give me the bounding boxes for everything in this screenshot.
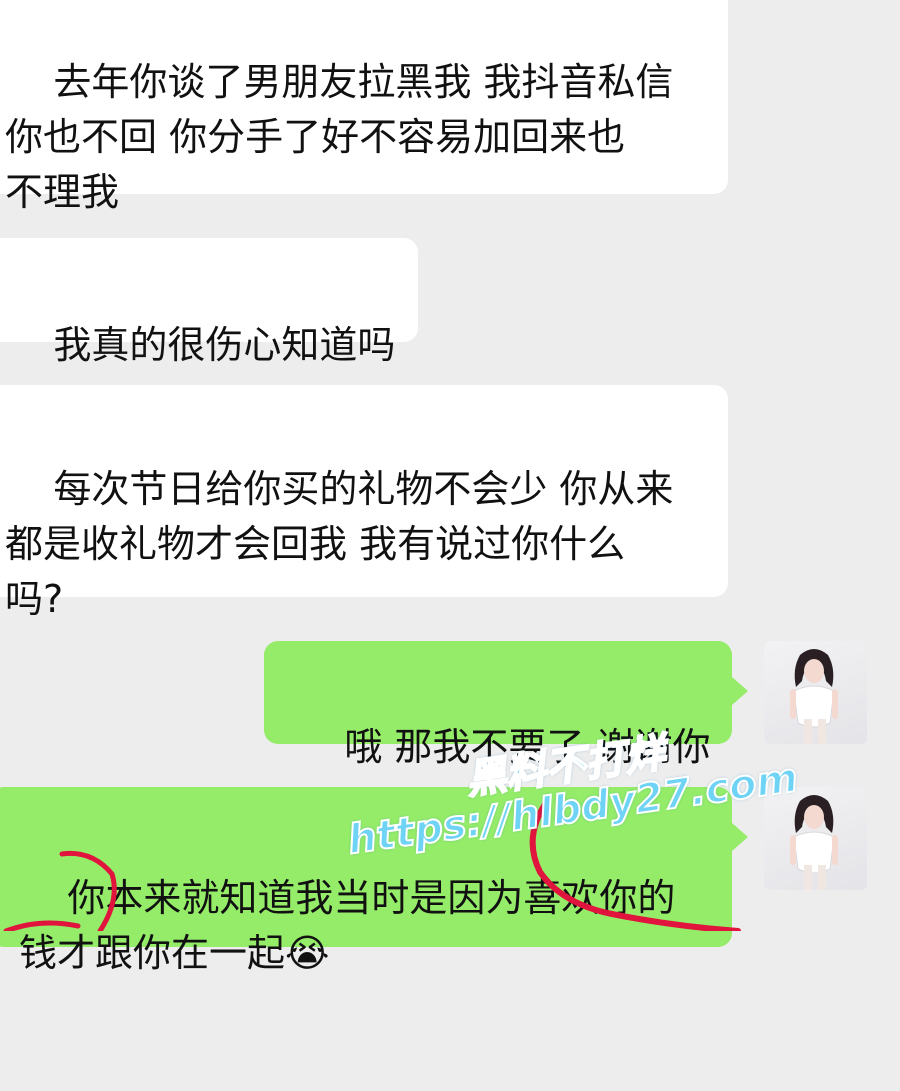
avatar[interactable] — [764, 641, 867, 744]
chat-view: 去年你谈了男朋友拉黑我 我抖音私信 你也不回 你分手了好不容易加回来也 不理我 … — [0, 0, 900, 975]
bubble-tail — [732, 823, 748, 851]
avatar[interactable] — [764, 787, 867, 890]
message-text: 哦 那我不要了 谢谢你 — [344, 725, 711, 769]
incoming-message-bubble[interactable]: 每次节日给你买的礼物不会少 你从来 都是收礼物才会回我 我有说过你什么 吗? — [0, 385, 728, 621]
incoming-message-bubble[interactable]: 去年你谈了男朋友拉黑我 我抖音私信 你也不回 你分手了好不容易加回来也 不理我 — [0, 0, 728, 214]
avatar-icon — [790, 649, 838, 744]
outgoing-message-bubble[interactable]: 哦 那我不要了 谢谢你 — [264, 641, 748, 769]
outgoing-message-bubble[interactable]: 你本来就知道我当时是因为喜欢你的 钱才跟你在一起😭 — [0, 787, 748, 975]
avatar-icon — [790, 795, 838, 890]
bubble-tail — [732, 677, 748, 705]
incoming-message-bubble[interactable]: 我真的很伤心知道吗 — [0, 238, 418, 367]
message-text: 去年你谈了男朋友拉黑我 我抖音私信 你也不回 你分手了好不容易加回来也 不理我 — [5, 60, 674, 214]
message-text: 每次节日给你买的礼物不会少 你从来 都是收礼物才会回我 我有说过你什么 吗? — [5, 467, 674, 621]
message-text: 你本来就知道我当时是因为喜欢你的 钱才跟你在一起😭 — [19, 876, 676, 975]
message-text: 我真的很伤心知道吗 — [53, 323, 396, 367]
